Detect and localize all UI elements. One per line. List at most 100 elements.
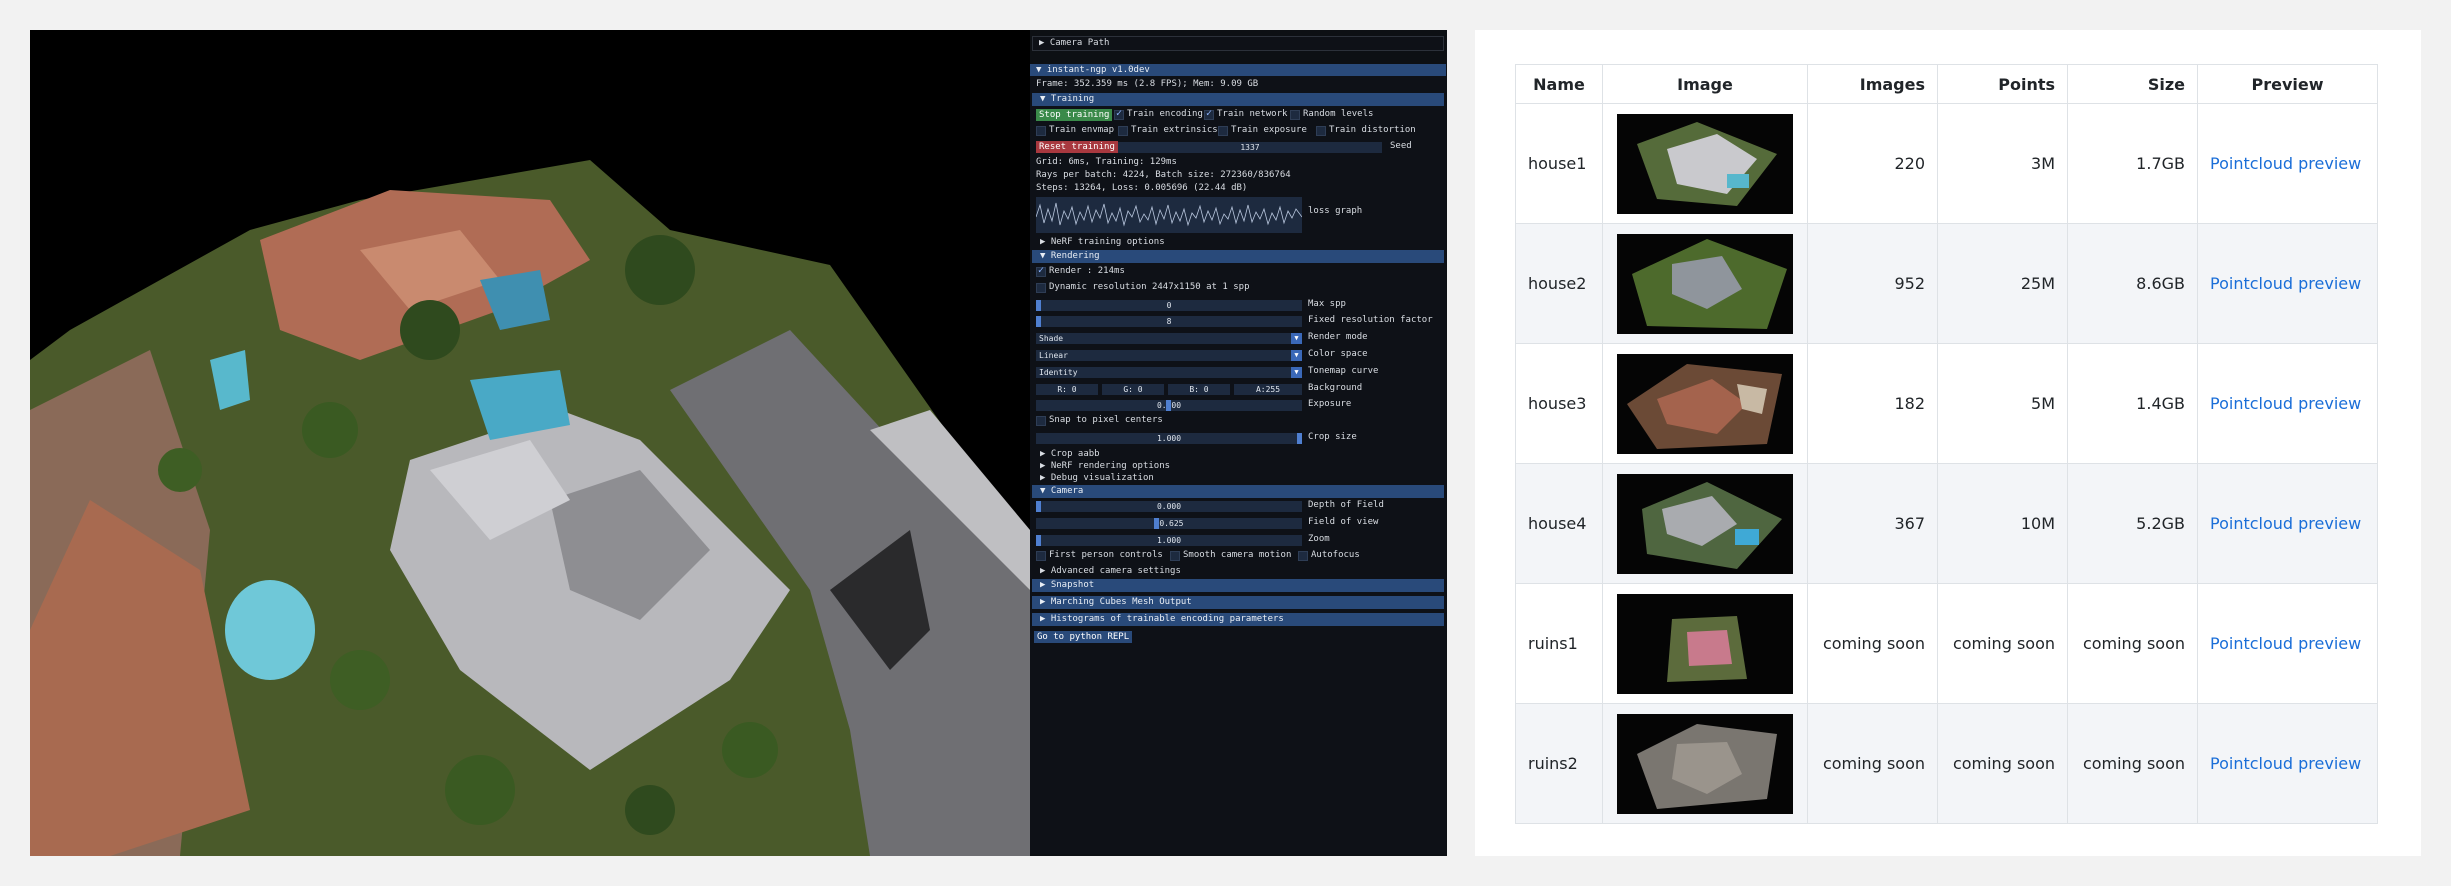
row-size: coming soon [2067, 703, 2198, 824]
color-space-value: Linear [1039, 351, 1068, 360]
train-encoding-label: Train encoding [1127, 109, 1203, 119]
reset-training-button[interactable]: Reset training [1036, 141, 1118, 153]
table-row: house3 182 5M 1.4GB Pointcloud preview [1515, 343, 2378, 464]
field-of-view-slider[interactable]: 50.625 [1036, 518, 1302, 529]
background-a-input[interactable]: A:255 [1234, 384, 1302, 395]
train-envmap-label: Train envmap [1049, 125, 1115, 135]
exposure-slider[interactable]: 0.000 [1036, 400, 1302, 411]
color-space-select[interactable]: Linear ▼ [1036, 350, 1302, 361]
chevron-down-icon: ▼ [1291, 367, 1302, 378]
table-row: house4 367 10M 5.2GB Pointcloud preview [1515, 463, 2378, 584]
debug-visualization-toggle[interactable]: ▶ Debug visualization [1030, 472, 1154, 485]
max-spp-slider[interactable]: 0 [1036, 300, 1302, 311]
main-window: ▼ instant-ngp v1.0dev Frame: 352.359 ms … [1030, 64, 1446, 854]
render-checkbox[interactable] [1036, 265, 1046, 277]
stop-training-button[interactable]: Stop training [1036, 109, 1113, 121]
autofocus-label: Autofocus [1311, 550, 1360, 560]
marching-cubes-section-header[interactable]: ▶ Marching Cubes Mesh Output [1032, 596, 1444, 609]
camera-path-header[interactable]: ▶ Camera Path [1033, 37, 1109, 50]
row-size: 1.7GB [2067, 103, 2198, 224]
fixed-resolution-value: 8 [1166, 317, 1172, 326]
field-of-view-label: Field of view [1308, 517, 1379, 527]
train-encoding-checkbox[interactable] [1114, 108, 1124, 120]
rendering-section-header[interactable]: ▼ Rendering [1032, 250, 1444, 263]
fixed-resolution-slider[interactable]: 8 [1036, 316, 1302, 327]
house4-thumbnail [1617, 473, 1793, 574]
house1-thumbnail [1617, 113, 1793, 214]
background-b-input[interactable]: B: 0 [1168, 384, 1230, 395]
grid-info: Grid: 6ms, Training: 129ms [1036, 157, 1177, 167]
row-points: 3M [1937, 103, 2068, 224]
snapshot-section-header[interactable]: ▶ Snapshot [1032, 579, 1444, 592]
depth-of-field-label: Depth of Field [1308, 500, 1384, 510]
pointcloud-preview-link[interactable]: Pointcloud preview [2210, 514, 2361, 533]
pointcloud-preview-link[interactable]: Pointcloud preview [2210, 394, 2361, 413]
pointcloud-preview-link[interactable]: Pointcloud preview [2210, 634, 2361, 653]
nerf-training-options-toggle[interactable]: ▶ NeRF training options [1030, 236, 1165, 249]
pointcloud-preview-link[interactable]: Pointcloud preview [2210, 274, 2361, 293]
autofocus-checkbox[interactable] [1298, 551, 1308, 561]
loss-graph-plot [1036, 197, 1302, 233]
python-repl-button[interactable]: Go to python REPL [1034, 631, 1133, 643]
row-images: 952 [1807, 223, 1938, 344]
train-exposure-label: Train exposure [1231, 125, 1307, 135]
ngp-gui-panel: ▶ Camera Path ▼ instant-ngp v1.0dev Fram… [1030, 30, 1447, 856]
train-extrinsics-label: Train extrinsics [1131, 125, 1218, 135]
aerial-render-view[interactable] [30, 30, 1030, 856]
train-distortion-label: Train distortion [1329, 125, 1416, 135]
row-images: coming soon [1807, 583, 1938, 704]
table-row: ruins1 coming soon coming soon coming so… [1515, 583, 2378, 704]
train-exposure-checkbox[interactable] [1218, 126, 1228, 136]
smooth-camera-checkbox[interactable] [1170, 551, 1180, 561]
background-g-input[interactable]: G: 0 [1102, 384, 1164, 395]
row-name: ruins1 [1515, 583, 1603, 704]
camera-section-header[interactable]: ▼ Camera [1032, 485, 1444, 498]
max-spp-label: Max spp [1308, 299, 1346, 309]
render-mode-select[interactable]: Shade ▼ [1036, 333, 1302, 344]
chevron-down-icon: ▼ [1291, 350, 1302, 361]
train-extrinsics-checkbox[interactable] [1118, 126, 1128, 136]
header-size: Size [2067, 64, 2198, 104]
depth-of-field-slider[interactable]: 0.000 [1036, 501, 1302, 512]
tonemap-select[interactable]: Identity ▼ [1036, 367, 1302, 378]
advanced-camera-toggle[interactable]: ▶ Advanced camera settings [1030, 565, 1181, 578]
crop-size-slider[interactable]: 1.000 [1036, 433, 1302, 444]
train-network-label: Train network [1217, 109, 1288, 119]
table-row: house2 952 25M 8.6GB Pointcloud preview [1515, 223, 2378, 344]
pointcloud-preview-link[interactable]: Pointcloud preview [2210, 154, 2361, 173]
training-section-header[interactable]: ▼ Training [1032, 93, 1444, 106]
row-name: house1 [1515, 103, 1603, 224]
crop-size-label: Crop size [1308, 432, 1357, 442]
row-size: coming soon [2067, 583, 2198, 704]
header-name: Name [1515, 64, 1603, 104]
first-person-checkbox[interactable] [1036, 551, 1046, 561]
snap-pixel-checkbox[interactable] [1036, 416, 1046, 426]
ngp-viewer[interactable]: ▶ Camera Path ▼ instant-ngp v1.0dev Fram… [30, 30, 1447, 856]
main-title-bar[interactable]: ▼ instant-ngp v1.0dev [1030, 64, 1446, 76]
row-size: 1.4GB [2067, 343, 2198, 464]
zoom-label: Zoom [1308, 534, 1330, 544]
seed-input[interactable]: 1337 [1118, 142, 1382, 153]
dynamic-resolution-checkbox[interactable] [1036, 283, 1046, 293]
crop-size-value: 1.000 [1156, 434, 1182, 443]
train-envmap-checkbox[interactable] [1036, 126, 1046, 136]
row-size: 5.2GB [2067, 463, 2198, 584]
train-network-checkbox[interactable] [1204, 108, 1214, 120]
background-r-input[interactable]: R: 0 [1036, 384, 1098, 395]
render-mode-label: Render mode [1308, 332, 1368, 342]
zoom-slider[interactable]: 1.000 [1036, 535, 1302, 546]
train-distortion-checkbox[interactable] [1316, 126, 1326, 136]
row-points: coming soon [1937, 583, 2068, 704]
max-spp-value: 0 [1166, 301, 1172, 310]
row-images: 182 [1807, 343, 1938, 464]
color-space-label: Color space [1308, 349, 1368, 359]
dataset-table: Name Image Images Points Size Preview ho… [1515, 64, 2378, 824]
row-images: coming soon [1807, 703, 1938, 824]
histograms-section-header[interactable]: ▶ Histograms of trainable encoding param… [1032, 613, 1444, 626]
row-points: coming soon [1937, 703, 2068, 824]
frame-info: Frame: 352.359 ms (2.8 FPS); Mem: 9.09 G… [1036, 79, 1259, 89]
random-levels-checkbox[interactable] [1290, 110, 1300, 120]
pointcloud-preview-link[interactable]: Pointcloud preview [2210, 754, 2361, 773]
ruins1-thumbnail [1617, 593, 1793, 694]
chevron-down-icon: ▼ [1291, 333, 1302, 344]
